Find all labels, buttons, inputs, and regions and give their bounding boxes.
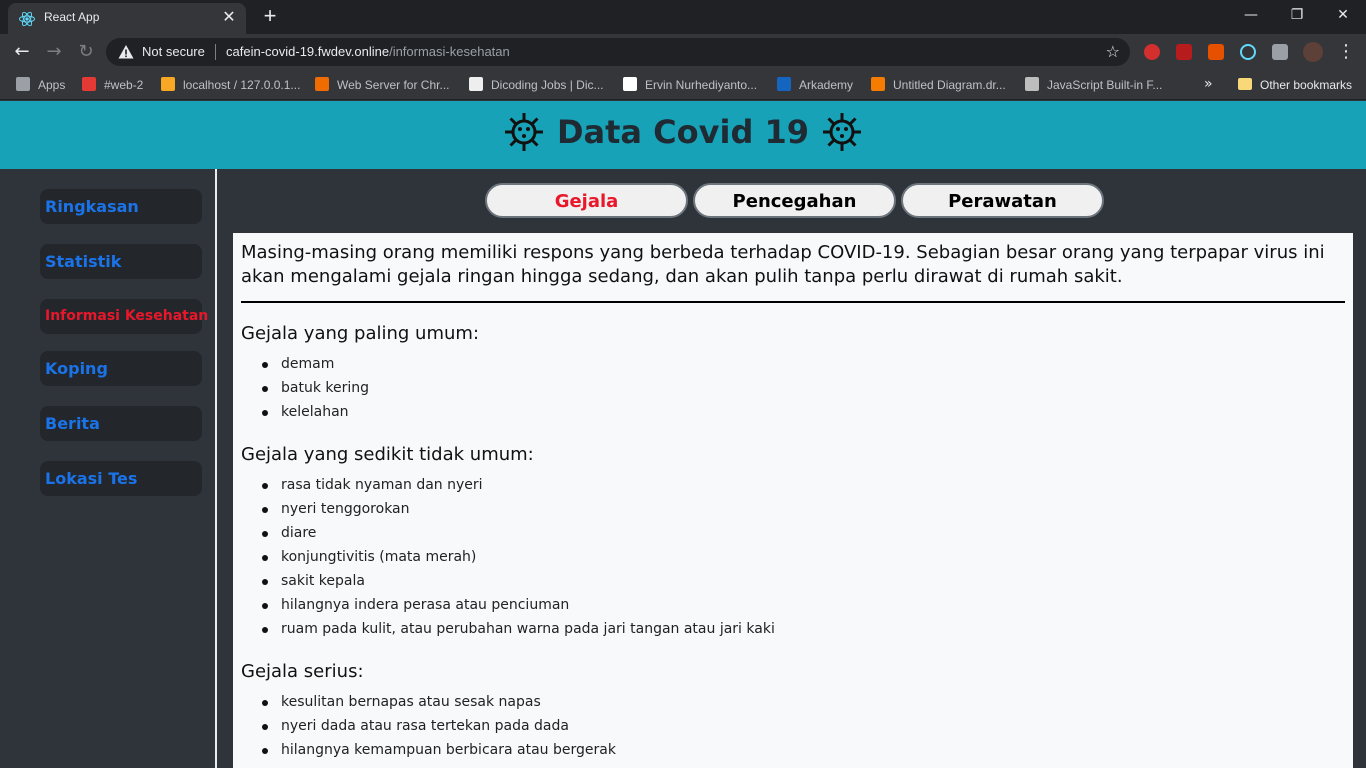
bookmark-label: Ervin Nurhediyanto... [645, 78, 758, 92]
list-item: kesulitan bernapas atau sesak napas [262, 690, 1345, 714]
bookmark-favicon-icon [469, 77, 483, 91]
section-title: Gejala yang paling umum: [241, 323, 480, 344]
symptom-list: kesulitan bernapas atau sesak napas nyeri… [241, 690, 1345, 762]
list-item: nyeri tenggorokan [262, 497, 1345, 521]
list-item: kelelahan [262, 400, 1345, 424]
sidebar-item-informasi-kesehatan[interactable]: Informasi Kesehatan [40, 299, 208, 334]
apps-shortcut[interactable]: Apps [16, 76, 65, 94]
other-bookmarks-folder[interactable]: Other bookmarks [1238, 76, 1352, 94]
react-devtools-icon[interactable] [1240, 44, 1256, 60]
back-icon[interactable]: ← [10, 40, 34, 64]
not-secure-label[interactable]: Not secure [142, 44, 205, 59]
folder-icon [1238, 78, 1252, 90]
bookmark-favicon-icon [315, 77, 329, 91]
page-header: Data Covid 19 [0, 101, 1366, 169]
url-text[interactable]: cafein-covid-19.fwdev.online/informasi-k… [226, 44, 510, 59]
adblock-extension-icon[interactable] [1144, 44, 1160, 60]
pdf-extension-icon[interactable] [1176, 44, 1192, 60]
bookmark-label: localhost / 127.0.0.1... [183, 78, 301, 92]
bookmark-item[interactable]: Ervin Nurhediyanto... [623, 76, 757, 94]
bookmark-label: Untitled Diagram.dr... [893, 78, 1006, 92]
symptom-sections: Gejala yang paling umum: demam batuk kerin… [241, 323, 1345, 762]
bookmark-star-icon[interactable]: ☆ [1106, 42, 1120, 61]
main-panel: Gejala Pencegahan Perawatan Masing-masin… [219, 169, 1366, 768]
extension-icon[interactable] [1208, 44, 1224, 60]
bookmark-item[interactable]: Web Server for Chr... [315, 76, 449, 94]
bookmarks-bar: Apps #web-2 localhost / 127.0.0.1... Web Se… [0, 70, 1366, 100]
sidebar-item-statistik[interactable]: Statistik [40, 244, 202, 279]
bookmark-item[interactable]: #web-2 [82, 76, 143, 94]
list-item: ruam pada kulit, atau perubahan warna pa… [262, 617, 1345, 641]
content-panel: Masing-masing orang memiliki respons yan… [233, 233, 1353, 768]
bookmark-favicon-icon [871, 77, 885, 91]
address-separator [215, 44, 216, 60]
react-icon [19, 11, 35, 27]
section-title: Gejala yang sedikit tidak umum: [241, 444, 534, 465]
browser-tab[interactable]: React App ✕ [8, 3, 246, 34]
new-tab-button[interactable]: + [256, 5, 284, 29]
reload-icon[interactable]: ↻ [74, 40, 98, 64]
apps-grid-icon [16, 77, 30, 91]
sidebar-item-ringkasan[interactable]: Ringkasan [40, 189, 202, 224]
tab-gejala[interactable]: Gejala [485, 183, 688, 218]
virus-icon [823, 113, 862, 151]
tab-pencegahan[interactable]: Pencegahan [693, 183, 896, 218]
address-bar[interactable]: Not secure cafein-covid-19.fwdev.online/… [106, 38, 1130, 66]
bookmark-label: Dicoding Jobs | Dic... [491, 78, 604, 92]
bookmark-label: Web Server for Chr... [337, 78, 450, 92]
profile-avatar[interactable] [1303, 42, 1323, 62]
list-item: demam [262, 352, 1345, 376]
bookmark-item[interactable]: localhost / 127.0.0.1... [161, 76, 300, 94]
puzzle-extensions-icon[interactable] [1272, 44, 1288, 60]
section-title: Gejala serius: [241, 661, 364, 682]
list-item: batuk kering [262, 376, 1345, 400]
bookmark-label: #web-2 [104, 78, 144, 92]
symptom-list: rasa tidak nyaman dan nyeri nyeri tenggor… [241, 473, 1345, 641]
bookmark-label: Apps [38, 78, 66, 92]
sidebar-item-koping[interactable]: Koping [40, 351, 202, 386]
more-bookmarks-icon[interactable]: » [1204, 76, 1213, 92]
bookmark-favicon-icon [161, 77, 175, 91]
sidebar-nav: Ringkasan Statistik Informasi Kesehatan … [0, 169, 217, 768]
list-item: rasa tidak nyaman dan nyeri [262, 473, 1345, 497]
restore-icon[interactable]: ❐ [1274, 0, 1320, 30]
url-host: cafein-covid-19.fwdev.online [226, 44, 390, 59]
list-item: hilangnya kemampuan berbicara atau berge… [262, 738, 1345, 762]
other-bookmarks-label: Other bookmarks [1260, 78, 1353, 92]
bookmark-favicon-icon [623, 77, 637, 91]
sidebar-item-lokasi-tes[interactable]: Lokasi Tes [40, 461, 202, 496]
close-tab-icon[interactable]: ✕ [220, 8, 238, 26]
browser-toolbar: ← → ↻ Not secure cafein-covid-19.fwdev.o… [0, 34, 1366, 70]
browser-tab-strip: React App ✕ + — ❐ ✕ [0, 0, 1366, 34]
tab-perawatan[interactable]: Perawatan [901, 183, 1104, 218]
bookmark-favicon-icon [1025, 77, 1039, 91]
forward-icon[interactable]: → [42, 40, 66, 64]
url-path: /informasi-kesehatan [389, 44, 510, 59]
list-item: diare [262, 521, 1345, 545]
bookmark-favicon-icon [777, 77, 791, 91]
page-title: Data Covid 19 [556, 113, 810, 151]
virus-icon [504, 113, 543, 151]
list-item: konjungtivitis (mata merah) [262, 545, 1345, 569]
list-item: sakit kepala [262, 569, 1345, 593]
bookmark-label: JavaScript Built-in F... [1047, 78, 1163, 92]
sidebar-item-berita[interactable]: Berita [40, 406, 202, 441]
bookmark-favicon-icon [82, 77, 96, 91]
browser-tab-title: React App [44, 10, 100, 24]
bookmark-item[interactable]: Arkademy [777, 76, 853, 94]
bookmark-label: Arkademy [799, 78, 854, 92]
bookmark-item[interactable]: Dicoding Jobs | Dic... [469, 76, 604, 94]
browser-menu-icon[interactable]: ⋮ [1334, 40, 1358, 64]
bookmark-item[interactable]: Untitled Diagram.dr... [871, 76, 1006, 94]
warning-icon [118, 45, 134, 59]
minimize-icon[interactable]: — [1228, 0, 1274, 30]
bookmark-item[interactable]: JavaScript Built-in F... [1025, 76, 1162, 94]
list-item: hilangnya indera perasa atau penciuman [262, 593, 1345, 617]
close-window-icon[interactable]: ✕ [1320, 0, 1366, 30]
intro-text: Masing-masing orang memiliki respons yan… [241, 241, 1345, 303]
symptom-list: demam batuk kering kelelahan [241, 352, 1345, 424]
list-item: nyeri dada atau rasa tertekan pada dada [262, 714, 1345, 738]
